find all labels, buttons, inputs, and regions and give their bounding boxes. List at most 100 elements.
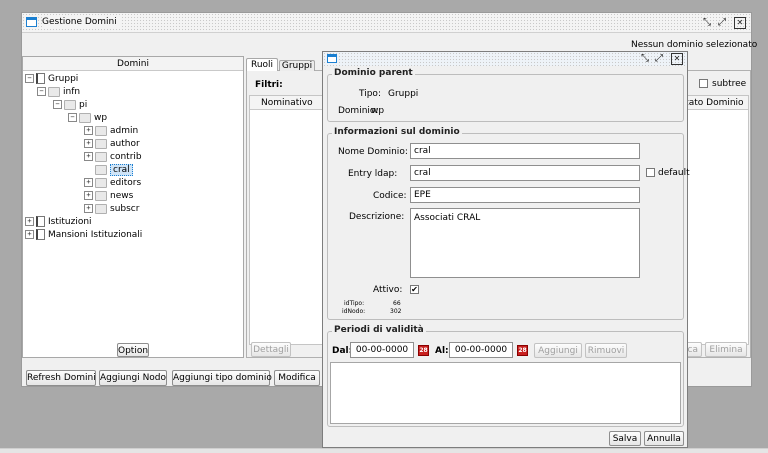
- dominio-value: wp: [371, 106, 385, 116]
- info-section: Informazioni sul dominio Nome Dominio: c…: [327, 127, 690, 320]
- parent-section: Dominio parent Tipo: Gruppi Dominio: wp: [327, 68, 684, 122]
- tree-panel: Domini − Gruppi − infn − pi − wp + admin + aut…: [22, 56, 244, 358]
- default-label: default: [658, 168, 690, 178]
- folder-icon: [95, 164, 107, 175]
- annulla-button[interactable]: Annulla: [644, 431, 684, 446]
- codice-input[interactable]: EPE: [410, 187, 640, 203]
- attivo-label: Attivo:: [373, 285, 403, 295]
- tree-node-cral[interactable]: cral: [95, 164, 133, 177]
- bottom-strip: [0, 448, 768, 453]
- descrizione-textarea[interactable]: Associati CRAL: [410, 208, 640, 278]
- restore-icon[interactable]: ⤡: [703, 18, 711, 28]
- periodi-section: Periodi di validità Dal: 00-00-0000 28 A…: [327, 325, 684, 427]
- window-icon: [26, 17, 37, 27]
- close-icon[interactable]: ✕: [734, 17, 746, 29]
- category-icon: [36, 229, 45, 240]
- window-title: Gestione Domini: [42, 17, 121, 27]
- tree-node-gruppi[interactable]: − Gruppi: [25, 73, 78, 86]
- tree-node-contrib[interactable]: + contrib: [84, 151, 142, 164]
- dettagli-button[interactable]: Dettagli: [251, 342, 291, 357]
- tree-node-mansioni[interactable]: + Mansioni Istituzionali: [25, 229, 142, 242]
- tipo-value: Gruppi: [388, 89, 419, 99]
- collapse-icon[interactable]: −: [37, 87, 46, 96]
- subtree-label: subtree: [712, 79, 747, 89]
- tree-node-subscr[interactable]: + subscr: [84, 203, 139, 216]
- domain-dialog: ⤡ ⤢ ✕ Dominio parent Tipo: Gruppi Domini…: [322, 51, 690, 448]
- nome-dominio-input[interactable]: cral: [410, 143, 640, 159]
- category-icon: [36, 73, 45, 84]
- calendar-icon[interactable]: 28: [517, 345, 528, 356]
- expand-icon[interactable]: +: [84, 204, 93, 213]
- tree-node-wp[interactable]: − wp: [68, 112, 107, 125]
- entry-ldap-input[interactable]: cral: [410, 165, 640, 181]
- tree-node-infn[interactable]: − infn: [37, 86, 80, 99]
- folder-icon: [95, 190, 107, 201]
- subtree-checkbox[interactable]: [699, 79, 708, 88]
- expand-icon[interactable]: +: [84, 152, 93, 161]
- attivo-checkbox[interactable]: ✔: [410, 285, 419, 294]
- rimuovi-button[interactable]: Rimuovi: [585, 343, 627, 358]
- expand-icon[interactable]: +: [25, 217, 34, 226]
- tree-header-label: Domini: [117, 59, 149, 69]
- nome-label: Nome Dominio:: [338, 147, 408, 157]
- tab-ruoli[interactable]: Ruoli: [246, 58, 278, 71]
- elimina-button[interactable]: Elimina: [705, 342, 747, 357]
- al-label: Al:: [435, 346, 449, 356]
- expand-icon[interactable]: +: [84, 126, 93, 135]
- tree-node-news[interactable]: + news: [84, 190, 133, 203]
- idtipo-value: 66: [393, 300, 401, 307]
- folder-icon: [48, 86, 60, 97]
- info-legend: Informazioni sul dominio: [332, 127, 462, 137]
- default-checkbox[interactable]: [646, 168, 655, 177]
- parent-legend: Dominio parent: [332, 68, 415, 78]
- tree-node-admin[interactable]: + admin: [84, 125, 138, 138]
- al-date-input[interactable]: 00-00-0000: [449, 342, 513, 358]
- tab-gruppi[interactable]: Gruppi: [279, 60, 315, 71]
- folder-icon: [95, 125, 107, 136]
- dialog-titlebar[interactable]: ⤡ ⤢ ✕: [323, 52, 687, 66]
- tree-node-istituzioni[interactable]: + Istituzioni: [25, 216, 92, 229]
- column-nominativo[interactable]: Nominativo: [261, 98, 313, 108]
- collapse-icon[interactable]: −: [68, 113, 77, 122]
- dal-date-input[interactable]: 00-00-0000: [350, 342, 414, 358]
- periodi-legend: Periodi di validità: [332, 325, 426, 335]
- tree-header: Domini: [23, 57, 243, 71]
- descrizione-label: Descrizione:: [349, 212, 405, 222]
- folder-icon: [95, 177, 107, 188]
- tree-node-pi[interactable]: − pi: [53, 99, 87, 112]
- modifica-button[interactable]: Modifica: [274, 370, 320, 386]
- category-icon: [36, 216, 45, 227]
- expand-icon[interactable]: +: [84, 178, 93, 187]
- idtipo-label: idTipo:: [344, 300, 365, 307]
- filters-label: Filtri:: [255, 80, 283, 90]
- tree-node-editors[interactable]: + editors: [84, 177, 141, 190]
- aggiungi-tipo-dominio-button[interactable]: Aggiungi tipo dominio: [172, 370, 272, 386]
- option-button[interactable]: Option: [117, 343, 149, 357]
- periodi-list[interactable]: [330, 362, 681, 424]
- expand-icon[interactable]: +: [84, 139, 93, 148]
- ldap-label: Entry ldap:: [348, 169, 398, 179]
- maximize-icon[interactable]: ⤢: [718, 18, 726, 28]
- maximize-icon[interactable]: ⤢: [655, 54, 663, 64]
- idnodo-label: idNodo:: [342, 308, 366, 315]
- folder-icon: [79, 112, 91, 123]
- refresh-domini-button[interactable]: Refresh Domini: [26, 370, 96, 386]
- expand-icon[interactable]: +: [25, 230, 34, 239]
- calendar-icon[interactable]: 28: [418, 345, 429, 356]
- column-dominio[interactable]: zato Dominio: [684, 98, 744, 108]
- tree-node-author[interactable]: + author: [84, 138, 140, 151]
- tipo-label: Tipo:: [359, 89, 381, 99]
- status-text: Nessun dominio selezionato: [631, 40, 758, 50]
- folder-icon: [95, 138, 107, 149]
- collapse-icon[interactable]: −: [53, 100, 62, 109]
- close-icon[interactable]: ✕: [671, 53, 683, 65]
- collapse-icon[interactable]: −: [25, 74, 34, 83]
- idnodo-value: 302: [390, 308, 402, 315]
- aggiungi-button[interactable]: Aggiungi: [534, 343, 582, 358]
- restore-icon[interactable]: ⤡: [641, 54, 649, 64]
- main-titlebar[interactable]: Gestione Domini ⤡ ⤢ ✕: [22, 13, 751, 33]
- expand-icon[interactable]: +: [84, 191, 93, 200]
- aggiungi-nodo-button[interactable]: Aggiungi Nodo: [99, 370, 167, 386]
- salva-button[interactable]: Salva: [609, 431, 641, 446]
- folder-icon: [95, 203, 107, 214]
